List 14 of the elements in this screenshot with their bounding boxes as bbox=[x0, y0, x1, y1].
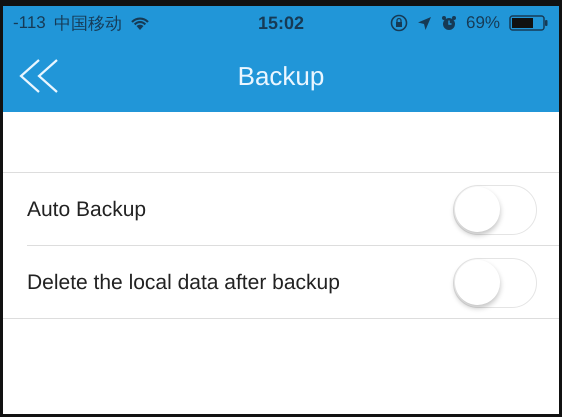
setting-label: Auto Backup bbox=[27, 198, 148, 222]
battery-icon bbox=[509, 15, 550, 31]
alarm-clock-icon bbox=[440, 15, 457, 31]
battery-percentage: 69% bbox=[466, 13, 500, 33]
location-arrow-icon bbox=[416, 16, 432, 30]
rotation-lock-icon bbox=[390, 14, 408, 32]
carrier-name: 中国移动 bbox=[54, 12, 122, 34]
setting-label: Delete the local data after backup bbox=[27, 270, 341, 294]
wifi-icon bbox=[130, 16, 150, 30]
toggle-switch[interactable] bbox=[453, 184, 537, 234]
page-title: Backup bbox=[238, 60, 324, 92]
toggle-switch[interactable] bbox=[453, 258, 537, 308]
signal-strength: -113 bbox=[13, 13, 46, 33]
status-time: 15:02 bbox=[258, 12, 304, 34]
